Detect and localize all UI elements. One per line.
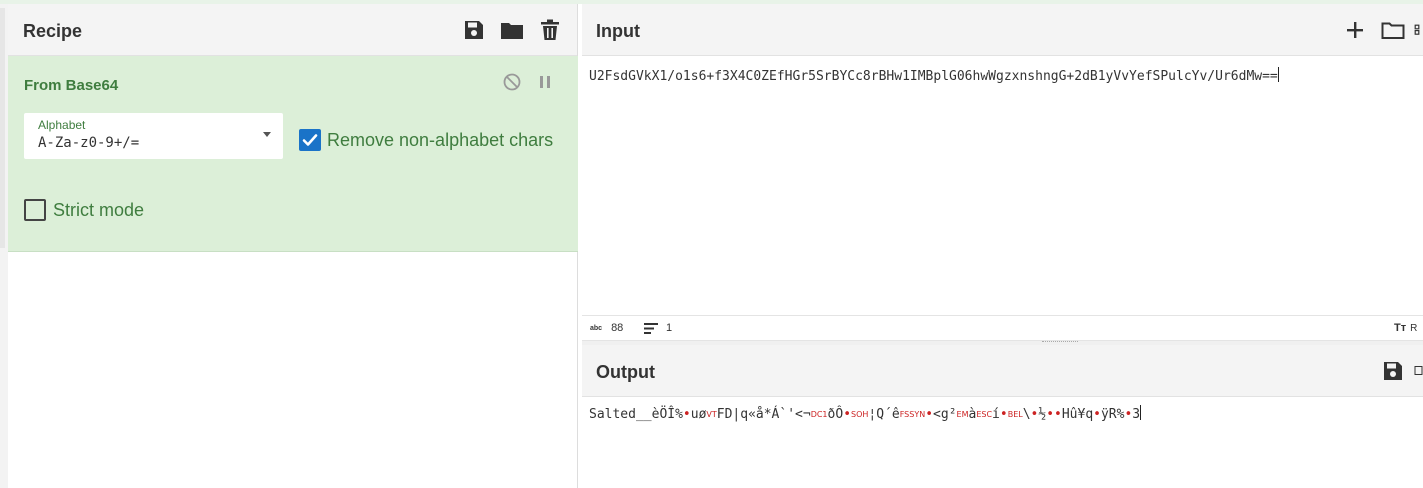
output-segment: \ [1022,407,1031,422]
char-count-value: 88 [611,322,624,334]
nonprintable-dot: • [999,407,1008,422]
trash-icon[interactable] [537,17,563,43]
output-segment: Salted__èÖÎ% [589,407,683,422]
nonprintable-dot: • [925,407,934,422]
control-char-fs: FS [899,410,910,419]
nonprintable-dot: •• [1046,407,1062,422]
control-char-syn: SYN [909,410,926,419]
input-header: Input [582,4,1423,56]
remove-non-alphabet-checkbox[interactable] [299,129,321,151]
open-folder-icon[interactable] [1380,17,1406,43]
control-char-esc: ESC [976,410,993,419]
font-option-label[interactable]: R [1410,323,1417,334]
output-segment: ¦Q´ê [868,407,900,422]
nonprintable-dot: • [682,407,691,422]
output-segment: ÿR% [1100,407,1125,422]
strict-mode-checkbox[interactable] [24,199,46,221]
input-title: Input [596,21,640,41]
alphabet-label: Alphabet [38,118,86,132]
control-char-em: EM [956,410,969,419]
recipe-title: Recipe [23,21,83,41]
output-segment: ðÔ [827,407,844,422]
save-output-icon[interactable] [1380,358,1406,384]
output-header: Output [582,345,1423,397]
save-icon[interactable] [461,17,487,43]
left-scroll-edge[interactable] [0,4,8,488]
output-segment: FD|q«å*Á`'<¬ [716,407,811,422]
lines-icon [644,322,658,334]
char-count: abc 88 [590,322,623,334]
control-char-bel: BEL [1007,410,1023,419]
input-textarea[interactable]: U2FsdGVkX1/o1s6+f3X4C0ZEfHGr5SrBYCc8rBHw… [589,67,1279,84]
input-status-bar: abc 88 1 Tт R [582,315,1423,340]
recipe-header: Recipe [8,4,577,56]
input-panel: Input U2FsdGVkX1/o1s6+f3X4C0ZEfHGr5SrBYC… [582,4,1423,340]
output-segment: <g² [933,407,957,422]
output-segment: uø [690,407,707,422]
text-cursor [1140,405,1142,420]
output-segment: 3 [1132,407,1141,422]
abc-icon: abc [590,324,603,332]
output-segment: Hû¥q [1061,407,1094,422]
load-file-icon[interactable] [1414,17,1423,43]
line-count: 1 [644,322,672,334]
folder-icon[interactable] [499,17,525,43]
nonprintable-dot: • [1093,407,1101,422]
strict-mode-label[interactable]: Strict mode [53,200,144,221]
output-title: Output [596,362,655,382]
checkmark-icon [302,134,318,146]
resize-grip[interactable] [1042,341,1078,343]
add-tab-icon[interactable] [1342,17,1368,43]
remove-non-alphabet-label[interactable]: Remove non-alphabet chars [327,130,553,151]
font-size-icon[interactable]: Tт [1394,322,1406,334]
control-char-vt: VT [706,410,717,419]
recipe-panel: Recipe From Base64 Alphabet A-Za-z0-9+/=… [8,4,578,488]
control-char-dc1: DC1 [810,410,828,419]
font-options[interactable]: Tт R [1394,322,1417,334]
output-panel: Output Salted__èÖÎ%•uøVTFD|q«å*Á`'<¬DC1ð… [582,345,1423,488]
control-char-soh: SOH [851,410,869,419]
text-cursor [1277,67,1279,82]
output-segment: í [992,407,1000,422]
output-segment: ½ [1038,407,1047,422]
operation-from-base64[interactable]: From Base64 Alphabet A-Za-z0-9+/= Remove… [8,56,578,252]
line-count-value: 1 [666,322,673,334]
alphabet-select[interactable]: Alphabet A-Za-z0-9+/= [24,113,283,159]
input-text: U2FsdGVkX1/o1s6+f3X4C0ZEfHGr5SrBYCc8rBHw… [589,69,1278,84]
pause-icon[interactable] [535,72,555,92]
alphabet-value: A-Za-z0-9+/= [38,135,140,151]
output-text[interactable]: Salted__èÖÎ%•uøVTFD|q«å*Á`'<¬DC1ðÔ•SOH¦Q… [589,405,1142,422]
nonprintable-dot: • [843,407,852,422]
scroll-thumb[interactable] [0,8,5,248]
chevron-down-icon[interactable] [263,132,271,137]
disable-icon[interactable] [502,72,522,92]
copy-output-icon[interactable] [1414,358,1423,384]
operation-title: From Base64 [24,77,119,94]
